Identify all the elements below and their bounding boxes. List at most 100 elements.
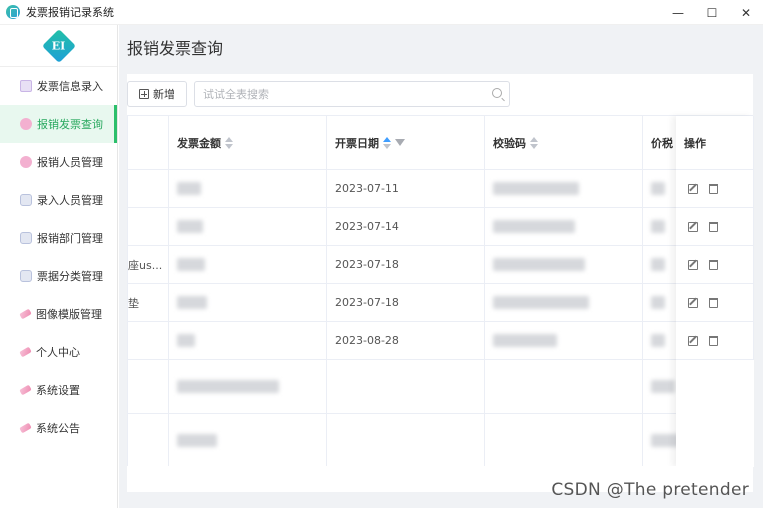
table-row — [128, 414, 754, 467]
table-cell — [128, 322, 169, 359]
delete-icon[interactable] — [709, 259, 718, 270]
table-cell: 2023-07-18 — [327, 246, 485, 283]
table-cell: 座us... — [128, 246, 169, 283]
table-row: 座us... 2023-07-18 — [128, 246, 754, 284]
table-cell: 2023-07-14 — [327, 208, 485, 245]
window-controls: — ☐ ✕ — [661, 0, 763, 25]
table-cell — [485, 170, 643, 207]
edit-icon[interactable] — [688, 297, 698, 308]
search-box[interactable] — [194, 81, 510, 107]
table-cell — [327, 360, 485, 413]
camera-icon — [20, 270, 32, 282]
sidebar-item-profile[interactable]: 个人中心 — [0, 333, 117, 371]
table-cell — [128, 208, 169, 245]
minimize-button[interactable]: — — [661, 0, 695, 25]
sidebar-item-label: 系统公告 — [36, 422, 80, 435]
toolbar: 新增 — [127, 74, 753, 115]
delete-icon[interactable] — [709, 335, 718, 346]
filter-icon[interactable] — [395, 139, 405, 146]
content-panel: 新增 发票金额 开票日期 校验码 价税 — [127, 74, 754, 492]
app-icon — [6, 5, 20, 19]
sidebar-item-label: 报销部门管理 — [37, 232, 103, 245]
sort-icon[interactable] — [383, 136, 391, 149]
sidebar-item-label: 录入人员管理 — [37, 194, 103, 207]
column-header-check-code[interactable]: 校验码 — [485, 116, 643, 170]
sidebar-item-label: 个人中心 — [36, 346, 80, 359]
plus-square-icon — [139, 89, 149, 99]
sidebar-item-label: 图像模版管理 — [36, 308, 102, 321]
logo: EI — [0, 25, 117, 67]
camera-icon — [20, 232, 32, 244]
camera-icon — [20, 194, 32, 206]
delete-icon[interactable] — [709, 183, 718, 194]
page-title: 报销发票查询 — [127, 39, 224, 58]
table-cell — [485, 360, 643, 413]
sidebar-item-image-template-management[interactable]: 图像模版管理 — [0, 295, 117, 333]
delete-icon[interactable] — [709, 221, 718, 232]
sidebar-item-claimant-management[interactable]: 报销人员管理 — [0, 143, 117, 181]
pinwheel-icon — [20, 80, 32, 92]
sidebar-item-label: 发票信息录入 — [37, 80, 103, 93]
row-actions — [676, 322, 754, 360]
column-header-actions: 操作 — [676, 116, 754, 170]
table-cell — [169, 322, 327, 359]
sidebar-item-invoice-query[interactable]: 报销发票查询 — [0, 105, 117, 143]
table-cell — [169, 360, 327, 413]
table-cell — [169, 284, 327, 321]
watermark: CSDN @The pretender — [551, 480, 749, 500]
title-bar: 发票报销记录系统 — ☐ ✕ — [0, 0, 763, 25]
edit-icon[interactable] — [688, 221, 698, 232]
table-row: 垫 2023-07-18 — [128, 284, 754, 322]
flower-icon — [20, 118, 32, 130]
table-cell — [128, 360, 169, 413]
sidebar-item-settings[interactable]: 系统设置 — [0, 371, 117, 409]
table-cell — [485, 414, 643, 466]
sidebar-item-label: 票据分类管理 — [37, 270, 103, 283]
sort-icon[interactable] — [530, 136, 538, 149]
sidebar-item-label: 报销人员管理 — [37, 156, 103, 169]
table-cell — [327, 414, 485, 466]
sidebar-item-label: 报销发票查询 — [37, 118, 103, 131]
row-actions — [676, 170, 754, 208]
table-cell: 2023-07-11 — [327, 170, 485, 207]
row-actions — [676, 246, 754, 284]
add-button[interactable]: 新增 — [127, 81, 187, 107]
sidebar-item-invoice-entry[interactable]: 发票信息录入 — [0, 67, 117, 105]
table-cell — [128, 414, 169, 466]
table-row: 2023-08-28 — [128, 322, 754, 360]
search-icon[interactable] — [492, 88, 502, 98]
table-cell — [169, 170, 327, 207]
maximize-button[interactable]: ☐ — [695, 0, 729, 25]
brush-icon — [19, 346, 32, 358]
window-title: 发票报销记录系统 — [26, 6, 114, 19]
table-cell — [485, 208, 643, 245]
brush-icon — [19, 308, 32, 320]
table-cell — [485, 246, 643, 283]
flower-icon — [20, 156, 32, 168]
logo-icon: EI — [41, 28, 76, 63]
table-cell — [169, 246, 327, 283]
main-content: 报销发票查询 新增 发票金额 开票日期 — [119, 25, 763, 508]
table-cell — [169, 208, 327, 245]
row-actions — [676, 284, 754, 322]
sidebar-item-category-management[interactable]: 票据分类管理 — [0, 257, 117, 295]
table-row: 2023-07-14 — [128, 208, 754, 246]
table-cell — [169, 414, 327, 466]
sidebar-item-label: 系统设置 — [36, 384, 80, 397]
edit-icon[interactable] — [688, 335, 698, 346]
edit-icon[interactable] — [688, 183, 698, 194]
search-input[interactable] — [195, 82, 475, 106]
column-header-date[interactable]: 开票日期 — [327, 116, 485, 170]
close-button[interactable]: ✕ — [729, 0, 763, 25]
delete-icon[interactable] — [709, 297, 718, 308]
edit-icon[interactable] — [688, 259, 698, 270]
sort-icon[interactable] — [225, 136, 233, 149]
column-header-amount[interactable]: 发票金额 — [169, 116, 327, 170]
sidebar-item-announcements[interactable]: 系统公告 — [0, 409, 117, 447]
table-cell: 2023-07-18 — [327, 284, 485, 321]
sidebar-item-entry-staff-management[interactable]: 录入人员管理 — [0, 181, 117, 219]
sidebar-item-department-management[interactable]: 报销部门管理 — [0, 219, 117, 257]
brush-icon — [19, 384, 32, 396]
sidebar: EI 发票信息录入 报销发票查询 报销人员管理 录入人员管理 报销部门管理 票据… — [0, 25, 118, 508]
table-cell — [128, 170, 169, 207]
